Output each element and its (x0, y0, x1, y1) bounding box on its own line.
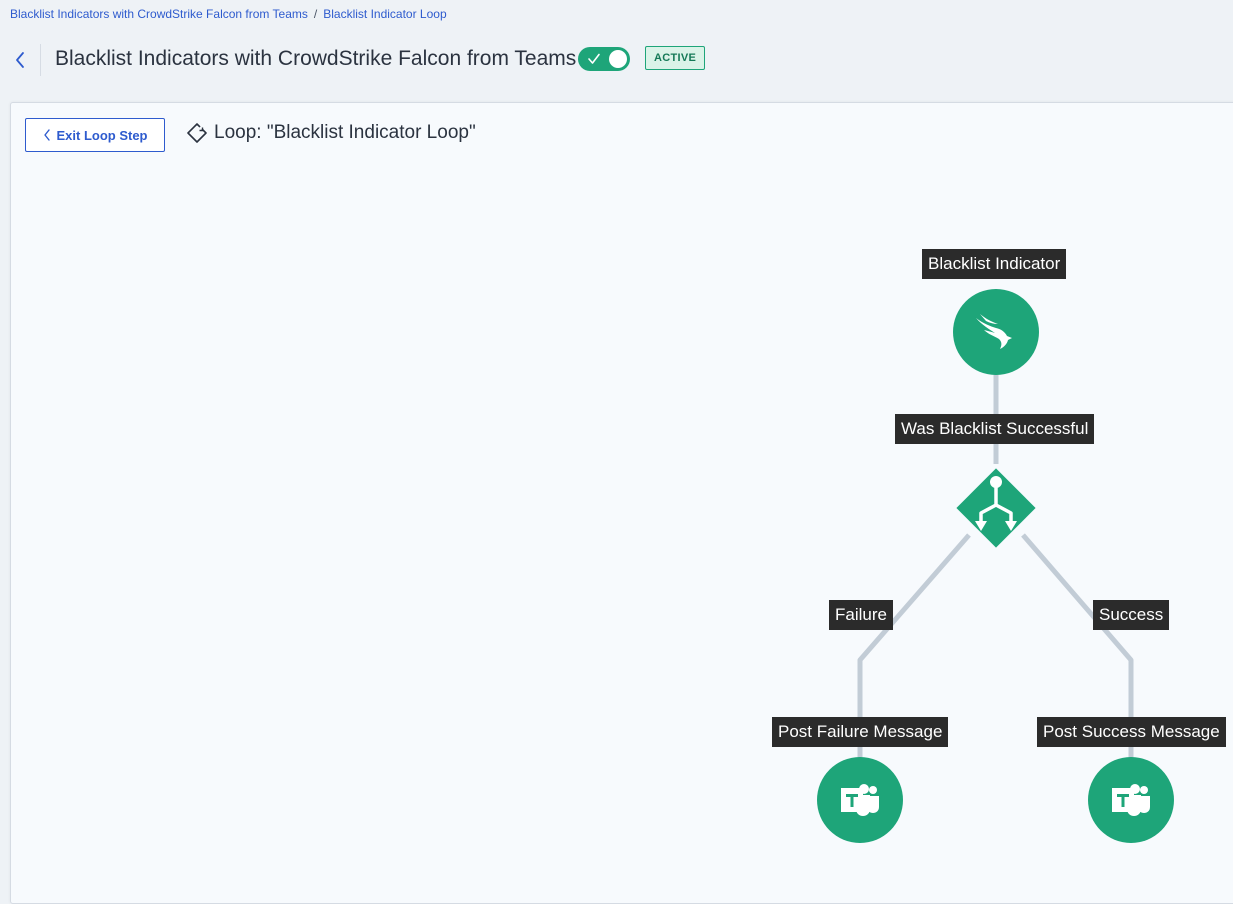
edge-failure-label: Failure (829, 600, 893, 630)
post-failure-message-node[interactable] (817, 757, 903, 843)
teams-icon (1112, 784, 1150, 816)
post-success-message-node[interactable] (1088, 757, 1174, 843)
branch-split-icon (956, 468, 1036, 548)
decision-label: Was Blacklist Successful (895, 414, 1095, 444)
post-success-label: Post Success Message (1037, 717, 1226, 747)
blacklist-indicator-node[interactable] (953, 289, 1039, 375)
blacklist-indicator-label: Blacklist Indicator (922, 249, 1067, 279)
post-failure-label: Post Failure Message (772, 717, 949, 747)
teams-icon (841, 784, 879, 816)
edge-success-label: Success (1093, 600, 1170, 630)
was-blacklist-successful-node[interactable] (951, 463, 1041, 553)
crowdstrike-falcon-icon (976, 314, 1012, 349)
flow-edges (857, 374, 1134, 760)
